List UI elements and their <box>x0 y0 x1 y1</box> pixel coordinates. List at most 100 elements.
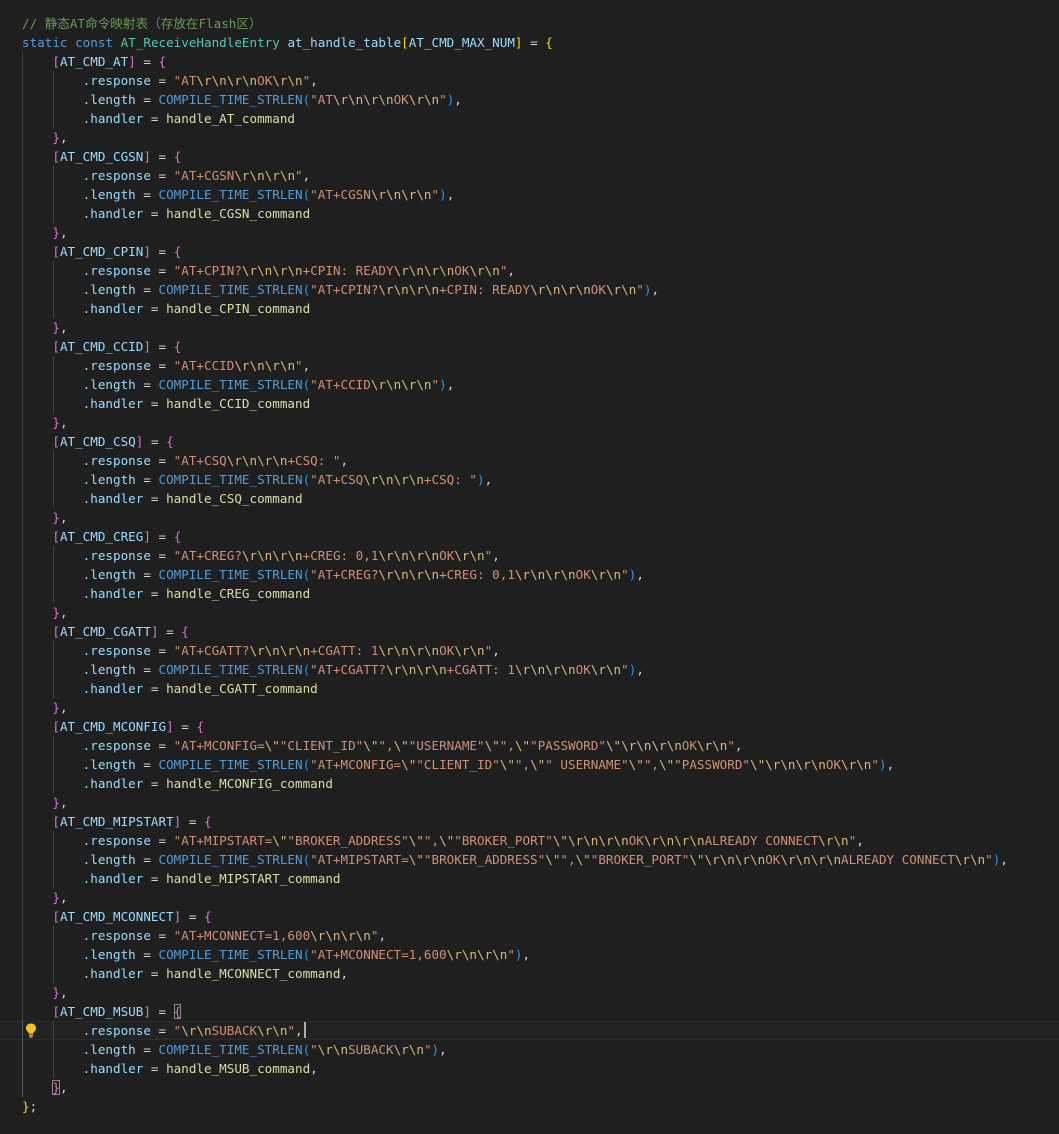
code-line[interactable]: [AT_CMD_CPIN] = { <box>0 242 1059 261</box>
code-line[interactable]: .length = COMPILE_TIME_STRLEN("AT+CGSN\r… <box>0 185 1059 204</box>
string-literal: +CSQ: " <box>287 453 341 468</box>
string-literal: OK <box>681 738 697 753</box>
line-text: [AT_CMD_AT] = { <box>22 52 166 71</box>
code-line[interactable]: .response = "AT+CPIN?\r\n\r\n+CPIN: READ… <box>0 261 1059 280</box>
code-line[interactable]: .handler = handle_CCID_command <box>0 394 1059 413</box>
escape-sequence: \r <box>818 833 834 848</box>
code-token: , <box>59 320 68 335</box>
code-line[interactable]: }, <box>0 318 1059 337</box>
line-text: .handler = handle_MCONFIG_command <box>22 774 333 793</box>
code-line[interactable]: [AT_CMD_AT] = { <box>0 52 1059 71</box>
lightbulb-icon[interactable] <box>24 1021 38 1040</box>
code-line[interactable]: .handler = handle_CSQ_command <box>0 489 1059 508</box>
code-line[interactable]: .length = COMPILE_TIME_STRLEN("AT\r\n\r\… <box>0 90 1059 109</box>
code-token: , <box>522 947 531 962</box>
code-line[interactable]: .handler = handle_CGSN_command <box>0 204 1059 223</box>
escape-sequence: \n <box>241 73 258 88</box>
code-line[interactable]: .length = COMPILE_TIME_STRLEN("AT+CSQ\r\… <box>0 470 1059 489</box>
bracket: } <box>52 320 60 335</box>
code-line[interactable]: static const AT_ReceiveHandleEntry at_ha… <box>0 33 1059 52</box>
escape-sequence: \r <box>249 643 265 658</box>
escape-sequence: \n <box>833 833 849 848</box>
escape-sequence: \n <box>393 548 409 563</box>
code-line[interactable]: }, <box>0 128 1059 147</box>
code-line[interactable]: .length = COMPILE_TIME_STRLEN("AT+MIPSTA… <box>0 850 1059 869</box>
code-line[interactable]: [AT_CMD_MCONFIG] = { <box>0 717 1059 736</box>
code-token: , <box>59 225 68 240</box>
code-editor[interactable]: // 静态AT命令映射表（存放在Flash区） static const AT_R… <box>0 0 1059 1134</box>
code-line[interactable]: .response = "AT+MIPSTART=\""BROKER_ADDRE… <box>0 831 1059 850</box>
string-literal: " <box>431 187 440 202</box>
macro-call: COMPILE_TIME_STRLEN <box>158 187 303 202</box>
string-literal: +CGATT: 1 <box>310 643 379 658</box>
code-line[interactable]: }, <box>0 698 1059 717</box>
code-line[interactable]: [AT_CMD_CGATT] = { <box>0 622 1059 641</box>
code-line[interactable]: .response = "AT+CSQ\r\n\r\n+CSQ: ", <box>0 451 1059 470</box>
line-text: .length = COMPILE_TIME_STRLEN("AT+MCONNE… <box>22 945 530 964</box>
code-line[interactable]: .length = COMPILE_TIME_STRLEN("AT+MCONFI… <box>0 755 1059 774</box>
code-area[interactable]: // 静态AT命令映射表（存放在Flash区） static const AT_R… <box>0 14 1059 1116</box>
code-line[interactable]: }; <box>0 1097 1059 1116</box>
escape-sequence: \r <box>340 928 356 943</box>
code-line[interactable]: .handler = handle_MSUB_command, <box>0 1059 1059 1078</box>
code-line[interactable]: .response = "AT+MCONNECT=1,600\r\n\r\n", <box>0 926 1059 945</box>
code-line[interactable]: .response = "AT+MCONFIG=\""CLIENT_ID"\""… <box>0 736 1059 755</box>
code-line[interactable]: .response = "AT+CCID\r\n\r\n", <box>0 356 1059 375</box>
code-line[interactable]: }, <box>0 1078 1059 1097</box>
code-token: , <box>439 1042 447 1057</box>
code-line[interactable]: [AT_CMD_MIPSTART] = { <box>0 812 1059 831</box>
code-line[interactable]: .handler = handle_CREG_command <box>0 584 1059 603</box>
code-line[interactable]: }, <box>0 413 1059 432</box>
code-token: = <box>150 73 174 88</box>
code-token: = <box>143 871 167 886</box>
code-line[interactable]: .response = "AT+CGATT?\r\n\r\n+CGATT: 1\… <box>0 641 1059 660</box>
escape-sequence: \n <box>795 852 811 867</box>
code-line[interactable]: .response = "AT\r\n\r\nOK\r\n", <box>0 71 1059 90</box>
escape-sequence: \r <box>378 643 394 658</box>
code-line[interactable]: .length = COMPILE_TIME_STRLEN("AT+CCID\r… <box>0 375 1059 394</box>
code-line[interactable]: [AT_CMD_MCONNECT] = { <box>0 907 1059 926</box>
code-line[interactable]: }, <box>0 983 1059 1002</box>
escape-sequence: \" <box>499 757 515 772</box>
code-line[interactable]: .response = "\r\nSUBACK\r\n", <box>0 1021 1059 1040</box>
escape-sequence: \r <box>370 377 386 392</box>
code-line[interactable]: }, <box>0 793 1059 812</box>
code-line[interactable]: }, <box>0 223 1059 242</box>
field-name: .length <box>82 1042 136 1057</box>
code-line[interactable]: }, <box>0 508 1059 527</box>
code-line[interactable]: .length = COMPILE_TIME_STRLEN("AT+CREG?\… <box>0 565 1059 584</box>
bracket: ] <box>150 624 159 639</box>
code-line[interactable]: [AT_CMD_CREG] = { <box>0 527 1059 546</box>
code-line[interactable]: [AT_CMD_CCID] = { <box>0 337 1059 356</box>
code-token: , <box>340 453 349 468</box>
code-line[interactable]: .response = "AT+CREG?\r\n\r\n+CREG: 0,1\… <box>0 546 1059 565</box>
code-line[interactable]: .handler = handle_AT_command <box>0 109 1059 128</box>
code-line[interactable]: .handler = handle_MIPSTART_command <box>0 869 1059 888</box>
escape-sequence: \n <box>613 833 629 848</box>
code-line[interactable]: .length = COMPILE_TIME_STRLEN("AT+CGATT?… <box>0 660 1059 679</box>
code-line[interactable]: .handler = handle_MCONFIG_command <box>0 774 1059 793</box>
code-line[interactable]: .length = COMPILE_TIME_STRLEN("AT+MCONNE… <box>0 945 1059 964</box>
code-line[interactable]: [AT_CMD_CSQ] = { <box>0 432 1059 451</box>
code-line[interactable]: .length = COMPILE_TIME_STRLEN("AT+CPIN?\… <box>0 280 1059 299</box>
code-line[interactable]: .response = "AT+CGSN\r\n\r\n", <box>0 166 1059 185</box>
code-line[interactable]: [AT_CMD_CGSN] = { <box>0 147 1059 166</box>
code-line[interactable]: .handler = handle_CGATT_command <box>0 679 1059 698</box>
escape-sequence: \r <box>264 358 280 373</box>
code-line[interactable]: // 静态AT命令映射表（存放在Flash区） <box>0 14 1059 33</box>
code-line[interactable]: [AT_CMD_MSUB] = { <box>0 1002 1059 1021</box>
code-line[interactable]: .length = COMPILE_TIME_STRLEN("\r\nSUBAC… <box>0 1040 1059 1059</box>
code-line[interactable]: .handler = handle_MCONNECT_command, <box>0 964 1059 983</box>
string-literal: +CPIN: READY <box>439 282 531 297</box>
code-token: , <box>1000 852 1008 867</box>
bracket: [ <box>52 339 60 354</box>
code-line[interactable]: .handler = handle_CPIN_command <box>0 299 1059 318</box>
escape-sequence: \n <box>332 1042 349 1057</box>
code-line[interactable]: }, <box>0 888 1059 907</box>
code-line[interactable]: }, <box>0 603 1059 622</box>
string-literal: OK <box>393 92 409 107</box>
